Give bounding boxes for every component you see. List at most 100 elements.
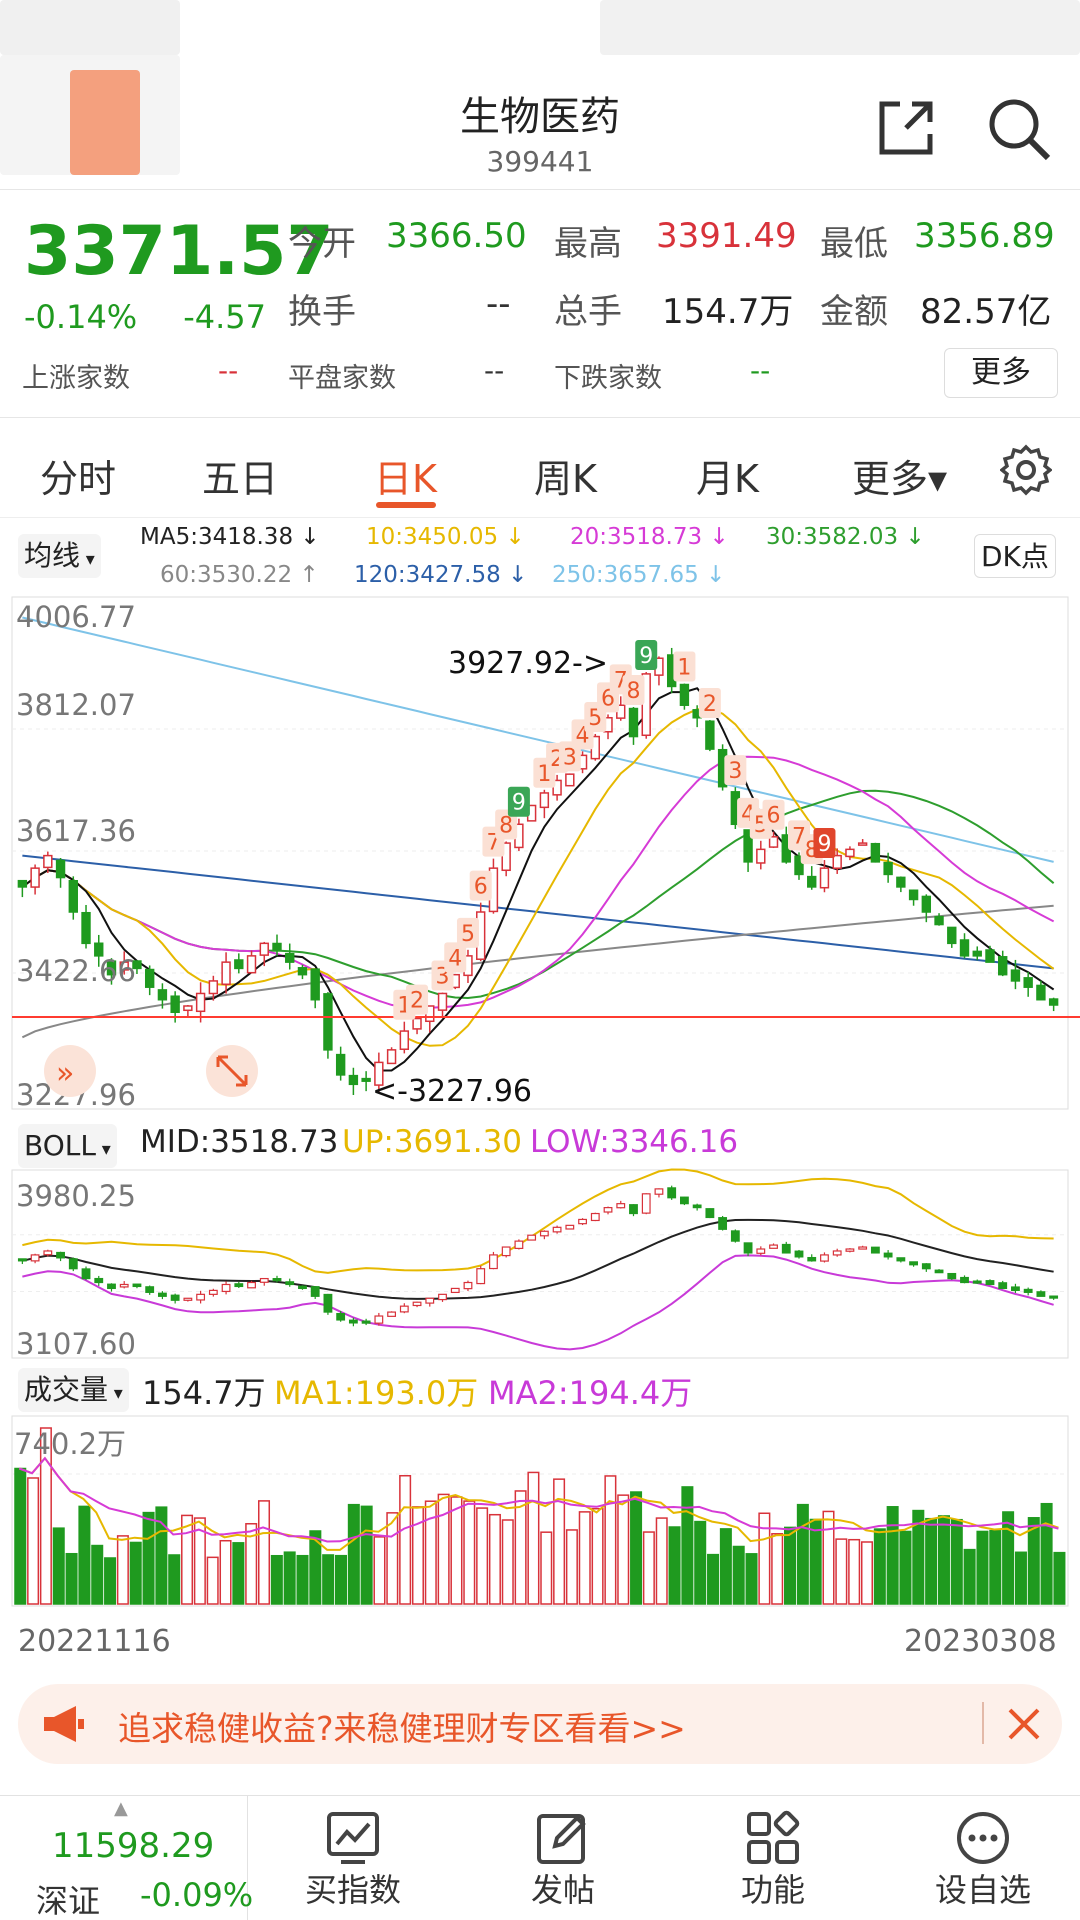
- volume-bar: [681, 1486, 694, 1605]
- volume-bar: [796, 1503, 809, 1605]
- promo-banner[interactable]: 追求稳健收益?来稳健理财专区看看>>: [18, 1684, 1062, 1764]
- boll-candle-body: [743, 1242, 753, 1254]
- volume-bar: [129, 1541, 142, 1605]
- tab-monthly-k[interactable]: 月K: [696, 448, 759, 503]
- boll-candle-body: [183, 1297, 193, 1301]
- volume-selector[interactable]: 成交量 ▾: [18, 1368, 129, 1412]
- boll-candle-body: [705, 1208, 715, 1219]
- tab-daily-k[interactable]: 日K: [374, 448, 437, 503]
- boll-candle-body: [629, 1204, 638, 1215]
- high-annotation: 3927.92->: [448, 646, 608, 681]
- ma-selector[interactable]: 均线 ▾: [18, 534, 101, 578]
- volume-bar: [848, 1538, 861, 1605]
- candle-body: [857, 842, 868, 846]
- more-dots-icon: [957, 1812, 1009, 1864]
- boll-candle-body: [756, 1248, 766, 1254]
- candle-body: [259, 942, 269, 956]
- candle-body: [883, 861, 893, 876]
- candle-body: [297, 967, 308, 976]
- active-tab-indicator: [376, 502, 436, 508]
- boll-candle-body: [1036, 1291, 1046, 1297]
- boll-candle-body: [208, 1289, 218, 1295]
- candle-body: [386, 1049, 397, 1065]
- volume-bar: [655, 1517, 668, 1605]
- blurred-status-area: [600, 0, 1080, 55]
- search-icon[interactable]: [986, 96, 1052, 162]
- dk-point-button[interactable]: DK点: [974, 534, 1056, 578]
- signal-number: 2: [703, 692, 717, 717]
- ma120-legend: 120:3427.58 ↓: [354, 562, 528, 588]
- boll-candle-body: [692, 1204, 702, 1209]
- buy-index-button[interactable]: 买指数: [248, 1796, 458, 1920]
- date-start: 20221116: [18, 1624, 171, 1659]
- volume-bar: [373, 1536, 386, 1605]
- volume-bar: [527, 1471, 540, 1605]
- signal-number: 8: [626, 679, 640, 704]
- volume-bar: [886, 1506, 899, 1605]
- candle-body: [323, 993, 333, 1051]
- volume-bar: [219, 1539, 232, 1605]
- tab-more[interactable]: 更多▾: [852, 448, 947, 503]
- volume-bar: [65, 1552, 78, 1605]
- boll-candle-body: [234, 1283, 244, 1288]
- volume-bar: [604, 1475, 617, 1605]
- signal-number: 1: [677, 656, 691, 681]
- volume-bar: [835, 1538, 848, 1605]
- tab-five-day[interactable]: 五日: [202, 448, 278, 503]
- candle-body: [437, 992, 448, 1011]
- boll-candle-body: [94, 1277, 104, 1284]
- boll-candle-body: [820, 1254, 829, 1262]
- add-watchlist-button[interactable]: 设自选: [878, 1796, 1080, 1920]
- boll-selector[interactable]: BOLL ▾: [18, 1124, 117, 1168]
- boll-candle-body: [1011, 1286, 1020, 1291]
- boll-chart[interactable]: 3980.25 3107.60: [0, 1168, 1080, 1360]
- volume-bar: [322, 1554, 335, 1605]
- volume-chart[interactable]: 740.2万: [0, 1414, 1080, 1608]
- share-icon[interactable]: [876, 98, 936, 158]
- volume-bar: [206, 1556, 219, 1605]
- boll-candle-body: [883, 1252, 893, 1258]
- boll-candle-body: [1049, 1295, 1059, 1299]
- volume-ma1: MA1:193.0万: [274, 1374, 479, 1412]
- volume-bar: [142, 1511, 155, 1605]
- boll-candle-body: [845, 1248, 855, 1252]
- tab-intraday[interactable]: 分时: [40, 448, 116, 503]
- buy-index-label: 买指数: [304, 1871, 401, 1909]
- volume-bar: [437, 1493, 450, 1605]
- boll-candle-body: [514, 1240, 524, 1250]
- volume-bar: [809, 1518, 822, 1605]
- boll-candle-body: [412, 1301, 422, 1307]
- amount-value: 82.57亿: [920, 292, 1052, 332]
- candle-body: [1023, 977, 1033, 988]
- boll-candle-body: [221, 1283, 231, 1293]
- boll-candle-body: [909, 1261, 919, 1266]
- index-change: -0.09%: [140, 1876, 254, 1914]
- boll-low: LOW:3346.16: [530, 1124, 739, 1160]
- boll-candle-body: [921, 1263, 931, 1270]
- tab-weekly-k[interactable]: 周K: [534, 448, 597, 503]
- candle-body: [819, 867, 830, 889]
- boll-up: UP:3691.30: [342, 1124, 523, 1160]
- candle-body: [756, 848, 766, 864]
- volume-bar: [668, 1526, 681, 1605]
- post-label: 发帖: [530, 1871, 595, 1909]
- more-quote-button[interactable]: 更多: [944, 348, 1058, 398]
- up-count-label: 上涨家数: [22, 363, 130, 394]
- boll-candle-body: [985, 1280, 995, 1286]
- boll-candle-body: [81, 1268, 91, 1280]
- signal-number: 3: [728, 759, 742, 784]
- candle-body: [285, 952, 295, 963]
- functions-button[interactable]: 功能: [668, 1796, 878, 1920]
- volume-bar: [732, 1545, 745, 1605]
- volume-value: 154.7万: [662, 292, 794, 332]
- index-ticker[interactable]: ▲ 11598.29 深证 -0.09%: [0, 1796, 253, 1920]
- post-button[interactable]: 发帖: [458, 1796, 668, 1920]
- expand-up-icon: ▲: [114, 1798, 128, 1819]
- volume-bar: [1014, 1551, 1027, 1605]
- kline-chart[interactable]: 4006.77 3812.07 3617.36 3422.66 3227.96 …: [0, 595, 1080, 1115]
- close-icon[interactable]: [1006, 1706, 1042, 1742]
- boll-candle-body: [730, 1230, 740, 1242]
- volume-current: 154.7万: [142, 1374, 266, 1412]
- candle-body: [972, 950, 982, 957]
- settings-gear-icon[interactable]: [1000, 444, 1052, 496]
